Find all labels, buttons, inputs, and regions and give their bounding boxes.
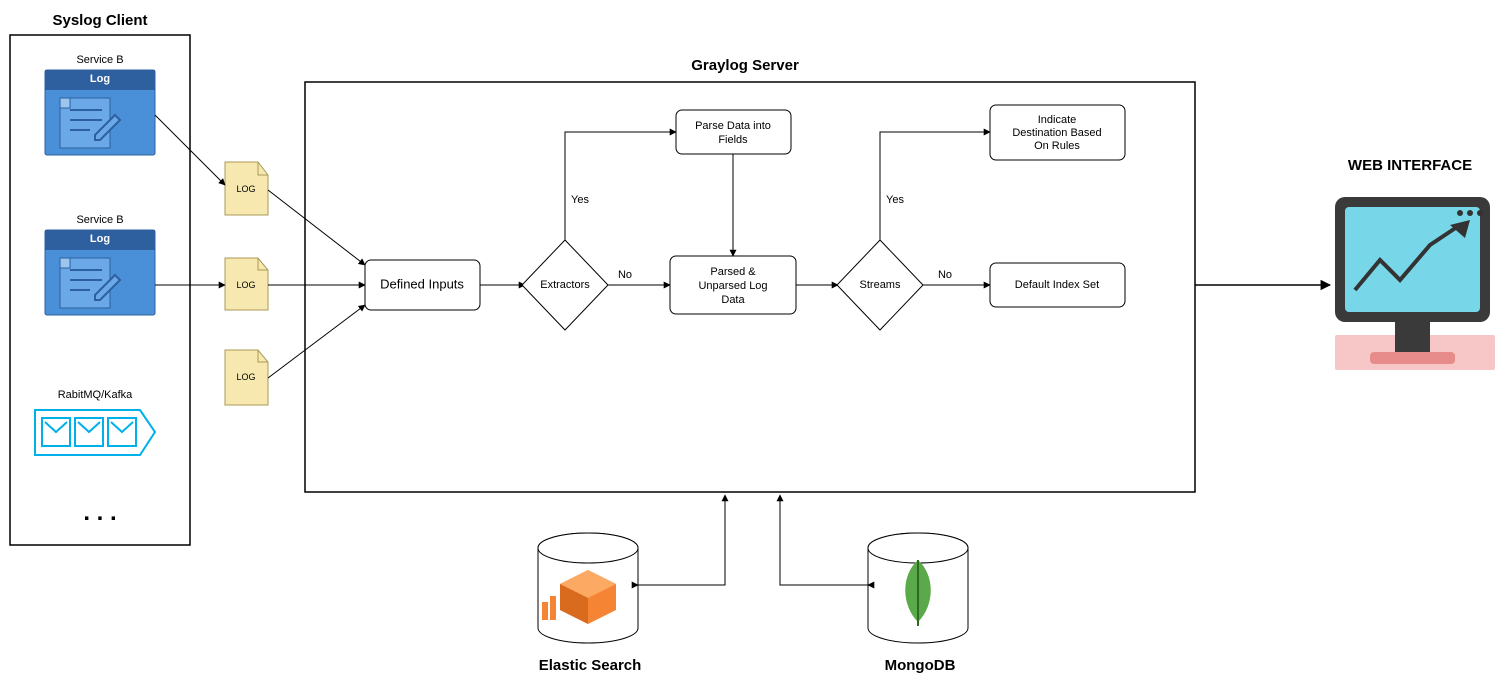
- rabbitmq-kafka-label: RabitMQ/Kafka: [58, 389, 133, 401]
- parsed-unparsed-label-3: Data: [721, 294, 745, 306]
- mongodb-label: MongoDB: [885, 657, 956, 674]
- syslog-client-title: Syslog Client: [52, 12, 147, 29]
- service-b-label: Service B: [76, 214, 123, 226]
- service-a-icon: Log: [45, 70, 155, 155]
- arrow-log1-to-inputs: [268, 190, 365, 265]
- svg-text:Log: Log: [90, 233, 110, 245]
- indicate-destination-label-1: Indicate: [1038, 114, 1077, 126]
- indicate-destination-label-3: On Rules: [1034, 140, 1080, 152]
- arrow-extractors-yes: [565, 132, 676, 240]
- syslog-ellipsis: . . .: [83, 499, 116, 526]
- indicate-destination-label-2: Destination Based: [1012, 127, 1101, 139]
- parse-fields-node: [676, 110, 791, 154]
- svg-text:Log: Log: [90, 73, 110, 85]
- streams-yes-label: Yes: [886, 194, 904, 206]
- graylog-server-title: Graylog Server: [691, 57, 799, 74]
- default-index-set-label: Default Index Set: [1015, 279, 1099, 291]
- elastic-search-label: Elastic Search: [539, 657, 642, 674]
- parse-fields-label-2: Fields: [718, 134, 748, 146]
- service-a-label: Service B: [76, 54, 123, 66]
- svg-text:Extractors: Extractors: [540, 279, 590, 291]
- web-interface-title: WEB INTERFACE: [1348, 157, 1472, 174]
- rabbitmq-kafka-icon: [35, 410, 155, 455]
- elastic-search-icon: [538, 533, 638, 643]
- defined-inputs-label: Defined Inputs: [380, 276, 464, 291]
- extractors-no-label: No: [618, 269, 632, 281]
- extractors-node: Extractors: [522, 240, 608, 330]
- streams-node: Streams: [837, 240, 923, 330]
- log-file-2-icon: LOG: [225, 258, 268, 310]
- web-interface-icon: [1335, 197, 1495, 370]
- svg-text:LOG: LOG: [236, 184, 255, 194]
- arrow-log3-to-inputs: [268, 305, 365, 378]
- log-file-1-icon: LOG: [225, 162, 268, 215]
- parse-fields-label-1: Parse Data into: [695, 120, 771, 132]
- parsed-unparsed-label-2: Unparsed Log: [698, 280, 767, 292]
- mongodb-icon: [868, 533, 968, 643]
- parsed-unparsed-label-1: Parsed &: [710, 266, 756, 278]
- extractors-yes-label: Yes: [571, 194, 589, 206]
- arrow-streams-yes: [880, 132, 990, 240]
- streams-no-label: No: [938, 269, 952, 281]
- arrow-elastic-to-graylog: [638, 495, 725, 585]
- svg-text:LOG: LOG: [236, 280, 255, 290]
- service-b-icon: Log: [45, 230, 155, 315]
- svg-text:Streams: Streams: [860, 279, 901, 291]
- arrow-mongodb-to-graylog: [780, 495, 868, 585]
- svg-text:LOG: LOG: [236, 372, 255, 382]
- log-file-3-icon: LOG: [225, 350, 268, 405]
